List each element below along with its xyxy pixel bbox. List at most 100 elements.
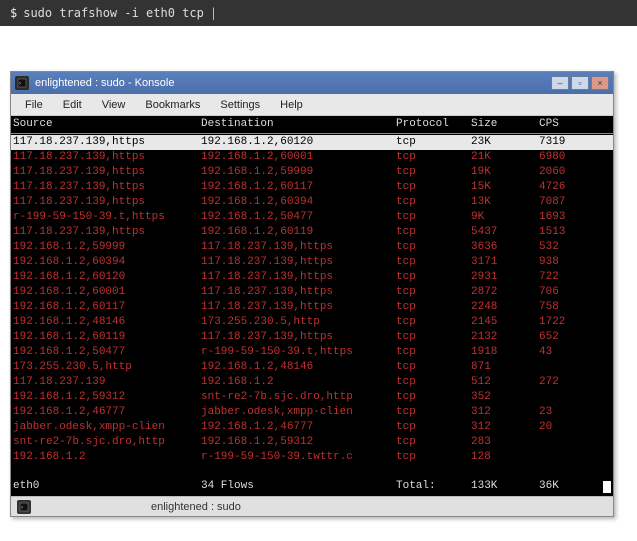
- cell-src: 192.168.1.2,60001: [11, 285, 201, 300]
- titlebar[interactable]: › enlightened : sudo - Konsole – ▫ ×: [11, 72, 613, 94]
- cell-src: 192.168.1.2,60117: [11, 300, 201, 315]
- cell-cps: 20: [539, 420, 599, 435]
- cell-src: 192.168.1.2,50477: [11, 345, 201, 360]
- table-row[interactable]: 192.168.1.2,59999117.18.237.139,httpstcp…: [11, 240, 613, 255]
- table-row[interactable]: 117.18.237.139,https192.168.1.2,60120tcp…: [11, 135, 613, 150]
- cell-size: 19K: [471, 165, 539, 180]
- svg-text:›: ›: [19, 81, 21, 87]
- cell-proto: tcp: [396, 135, 471, 150]
- header-protocol: Protocol: [396, 117, 471, 132]
- header-rule: [11, 133, 613, 134]
- footer-total-label: Total:: [396, 479, 471, 494]
- cell-size: 13K: [471, 195, 539, 210]
- cell-proto: tcp: [396, 375, 471, 390]
- cell-dst: 117.18.237.139,https: [201, 285, 396, 300]
- cell-proto: tcp: [396, 195, 471, 210]
- cursor-block: [603, 481, 611, 493]
- table-row[interactable]: 192.168.1.2,60119117.18.237.139,httpstcp…: [11, 330, 613, 345]
- cell-dst: 192.168.1.2,60001: [201, 150, 396, 165]
- menu-file[interactable]: File: [15, 97, 53, 113]
- menu-settings[interactable]: Settings: [210, 97, 270, 113]
- table-body: 117.18.237.139,https192.168.1.2,60120tcp…: [11, 135, 613, 465]
- cell-dst: 117.18.237.139,https: [201, 240, 396, 255]
- cell-dst: 192.168.1.2,60117: [201, 180, 396, 195]
- cell-size: 15K: [471, 180, 539, 195]
- cell-src: 192.168.1.2,59312: [11, 390, 201, 405]
- command-text: sudo trafshow -i eth0 tcp: [23, 6, 204, 20]
- table-row[interactable]: 192.168.1.2,60394117.18.237.139,httpstcp…: [11, 255, 613, 270]
- close-button[interactable]: ×: [591, 76, 609, 90]
- cell-src: 117.18.237.139,https: [11, 150, 201, 165]
- cell-cps: [539, 390, 599, 405]
- cell-size: 312: [471, 405, 539, 420]
- terminal[interactable]: Source Destination Protocol Size CPS 117…: [11, 116, 613, 496]
- cell-src: 117.18.237.139,https: [11, 135, 201, 150]
- cell-cps: 43: [539, 345, 599, 360]
- table-row[interactable]: 192.168.1.2,59312snt-re2-7b.sjc.dro,http…: [11, 390, 613, 405]
- table-row[interactable]: jabber.odesk,xmpp-clien192.168.1.2,46777…: [11, 420, 613, 435]
- cell-cps: 7319: [539, 135, 599, 150]
- header-destination: Destination: [201, 117, 396, 132]
- cell-proto: tcp: [396, 270, 471, 285]
- cell-src: 192.168.1.2,48146: [11, 315, 201, 330]
- app-icon: ›: [15, 76, 29, 90]
- table-row[interactable]: 117.18.237.139,https192.168.1.2,59999tcp…: [11, 165, 613, 180]
- cell-src: 117.18.237.139,https: [11, 225, 201, 240]
- cell-src: 192.168.1.2,60120: [11, 270, 201, 285]
- table-row[interactable]: snt-re2-7b.sjc.dro,http192.168.1.2,59312…: [11, 435, 613, 450]
- cell-proto: tcp: [396, 345, 471, 360]
- table-row[interactable]: 192.168.1.2,48146173.255.230.5,httptcp21…: [11, 315, 613, 330]
- table-row[interactable]: 192.168.1.2,46777jabber.odesk,xmpp-clien…: [11, 405, 613, 420]
- maximize-button[interactable]: ▫: [571, 76, 589, 90]
- cell-cps: 1513: [539, 225, 599, 240]
- cell-cps: 1722: [539, 315, 599, 330]
- konsole-window: › enlightened : sudo - Konsole – ▫ × Fil…: [10, 71, 614, 517]
- cell-dst: 117.18.237.139,https: [201, 255, 396, 270]
- table-footer: eth0 34 Flows Total: 133K 36K: [11, 479, 613, 496]
- table-row[interactable]: 192.168.1.2,50477r-199-59-150-39.t,https…: [11, 345, 613, 360]
- cell-size: 2248: [471, 300, 539, 315]
- cell-dst: 192.168.1.2,60120: [201, 135, 396, 150]
- cell-src: 117.18.237.139,https: [11, 165, 201, 180]
- cell-size: 2872: [471, 285, 539, 300]
- cell-proto: tcp: [396, 360, 471, 375]
- menu-edit[interactable]: Edit: [53, 97, 92, 113]
- cell-proto: tcp: [396, 180, 471, 195]
- cell-dst: 192.168.1.2,46777: [201, 420, 396, 435]
- table-header: Source Destination Protocol Size CPS: [11, 116, 613, 132]
- cell-cps: 7087: [539, 195, 599, 210]
- cell-src: jabber.odesk,xmpp-clien: [11, 420, 201, 435]
- table-row[interactable]: r-199-59-150-39.t,https192.168.1.2,50477…: [11, 210, 613, 225]
- table-row[interactable]: 173.255.230.5,http192.168.1.2,48146tcp87…: [11, 360, 613, 375]
- table-row[interactable]: 117.18.237.139,https192.168.1.2,60117tcp…: [11, 180, 613, 195]
- table-row[interactable]: 117.18.237.139,https192.168.1.2,60394tcp…: [11, 195, 613, 210]
- cell-proto: tcp: [396, 210, 471, 225]
- cell-dst: 192.168.1.2,50477: [201, 210, 396, 225]
- cell-src: 117.18.237.139: [11, 375, 201, 390]
- cell-dst: r-199-59-150-39.twttr.c: [201, 450, 396, 465]
- table-row[interactable]: 117.18.237.139192.168.1.2tcp512272: [11, 375, 613, 390]
- table-row[interactable]: 117.18.237.139,https192.168.1.2,60119tcp…: [11, 225, 613, 240]
- header-cps: CPS: [539, 117, 599, 132]
- prompt: $: [10, 6, 17, 20]
- tab-icon[interactable]: ›: [17, 500, 31, 514]
- cell-size: 283: [471, 435, 539, 450]
- cell-proto: tcp: [396, 315, 471, 330]
- cell-size: 2145: [471, 315, 539, 330]
- table-row[interactable]: 192.168.1.2,60120117.18.237.139,httpstcp…: [11, 270, 613, 285]
- footer-size: 133K: [471, 479, 539, 494]
- cell-dst: r-199-59-150-39.t,https: [201, 345, 396, 360]
- minimize-button[interactable]: –: [551, 76, 569, 90]
- menu-help[interactable]: Help: [270, 97, 313, 113]
- cell-cps: [539, 435, 599, 450]
- cell-size: 2132: [471, 330, 539, 345]
- menu-view[interactable]: View: [92, 97, 136, 113]
- menu-bookmarks[interactable]: Bookmarks: [135, 97, 210, 113]
- table-row[interactable]: 192.168.1.2,60001117.18.237.139,httpstcp…: [11, 285, 613, 300]
- cell-proto: tcp: [396, 285, 471, 300]
- cell-cps: 1693: [539, 210, 599, 225]
- table-row[interactable]: 117.18.237.139,https192.168.1.2,60001tcp…: [11, 150, 613, 165]
- cell-cps: 2060: [539, 165, 599, 180]
- table-row[interactable]: 192.168.1.2,60117117.18.237.139,httpstcp…: [11, 300, 613, 315]
- table-row[interactable]: 192.168.1.2r-199-59-150-39.twttr.ctcp128: [11, 450, 613, 465]
